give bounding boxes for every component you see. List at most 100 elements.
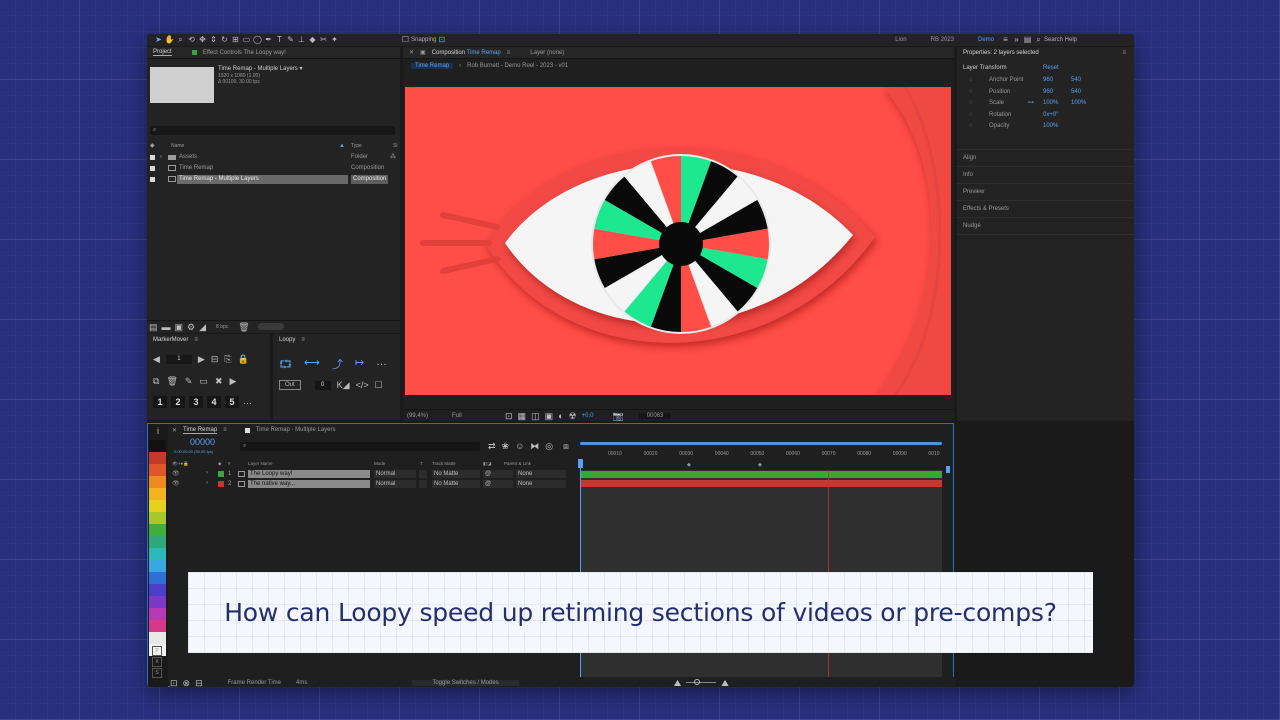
marker-play-icon[interactable]: ▶: [229, 376, 236, 386]
motion-blur-icon[interactable]: ◎: [545, 441, 553, 451]
composition-tab[interactable]: Composition Time Remap: [432, 50, 501, 56]
pan-behind-tool-icon[interactable]: ⊞: [230, 35, 241, 45]
layer-name[interactable]: The Loopy way!: [248, 470, 370, 478]
zoom-dropdown[interactable]: (99.4%): [407, 413, 447, 419]
snapshot-icon[interactable]: 📷: [612, 411, 623, 421]
label-color-swatch[interactable]: [149, 548, 166, 560]
bpc-icon[interactable]: ◢: [199, 322, 206, 332]
loopy-out-button[interactable]: Out: [279, 380, 301, 390]
search-icon[interactable]: ⌕: [1033, 35, 1044, 45]
effects-presets-panel[interactable]: Effects & Presets: [957, 201, 1134, 218]
zoom-out-icon[interactable]: ⛰: [674, 678, 682, 688]
new-folder-icon[interactable]: ▬: [162, 322, 171, 332]
toggle-switches-modes[interactable]: Toggle Switches / Modes: [412, 679, 519, 686]
more-workspaces-icon[interactable]: »: [1011, 35, 1022, 45]
visibility-icon[interactable]: 👁: [172, 470, 180, 477]
stopwatch-icon[interactable]: ◌: [969, 111, 973, 120]
markermover-title[interactable]: MarkerMover: [153, 337, 188, 343]
toggle-panes-icon[interactable]: ⊗: [183, 678, 191, 688]
loopy-title[interactable]: Loopy: [279, 337, 295, 343]
marker-more-icon[interactable]: …: [243, 396, 252, 408]
col-mode[interactable]: Mode: [374, 459, 385, 468]
property-value-2[interactable]: 540: [1071, 76, 1081, 85]
composition-canvas[interactable]: [405, 87, 951, 395]
flow-breadcrumb[interactable]: Rob Burnett - Demo Reel - 2023 - v01: [467, 63, 568, 69]
project-row-time-remap-multiple[interactable]: Time Remap - Multiple Layers Composition: [147, 175, 400, 184]
frame-blending-icon[interactable]: ⧓: [530, 441, 539, 451]
label-color-swatch[interactable]: [149, 620, 166, 632]
rotate-tool-icon[interactable]: ↻: [219, 35, 230, 45]
timeline-search-input[interactable]: ⌕: [240, 442, 480, 451]
tab-effect-controls[interactable]: Effect Controls The Loopy way!: [203, 50, 286, 56]
layer-tab[interactable]: Layer (none): [530, 50, 564, 56]
nudge-panel[interactable]: Nudge: [957, 218, 1134, 235]
panel-menu-icon[interactable]: ≡: [194, 337, 198, 343]
marker-slot-4[interactable]: 4: [207, 396, 221, 408]
property-value-1[interactable]: 960: [1043, 76, 1053, 85]
draft-3d-icon[interactable]: ❀: [502, 441, 510, 451]
eraser-tool-icon[interactable]: ◆: [307, 35, 318, 45]
shy-layers-icon[interactable]: ☺: [515, 441, 524, 451]
layer-mode-dropdown[interactable]: Normal: [374, 479, 416, 488]
hand-tool-icon[interactable]: ✋: [164, 35, 175, 45]
swatch-letter[interactable]: P: [152, 646, 162, 656]
align-panel[interactable]: Align: [957, 150, 1134, 167]
loopy-expression-icon[interactable]: </>: [356, 380, 369, 390]
loop-offset-icon[interactable]: ⤴: [332, 356, 343, 375]
marker-lock-icon[interactable]: 🔒: [238, 354, 249, 364]
layer-mode-dropdown[interactable]: Normal: [374, 470, 416, 478]
close-tab-icon[interactable]: ✕: [172, 427, 177, 434]
label-color-swatch[interactable]: [149, 572, 166, 584]
row-checkbox[interactable]: [150, 177, 155, 182]
project-row-assets[interactable]: › Assets Folder ⁂: [147, 153, 400, 162]
property-value-1[interactable]: 960: [1043, 88, 1053, 97]
brush-tool-icon[interactable]: ✎: [285, 35, 296, 45]
snap-options-icon[interactable]: ⊡: [436, 35, 447, 45]
label-color-swatch[interactable]: [149, 488, 166, 500]
property-value-2[interactable]: 100%: [1071, 99, 1086, 108]
layer-row[interactable]: 👁 › 2 The native way... Normal No Matte …: [170, 479, 579, 489]
marker-next-icon[interactable]: ▶: [198, 354, 205, 364]
layer-label-color[interactable]: [218, 471, 224, 477]
puppet-tool-icon[interactable]: ✦: [329, 35, 340, 45]
project-settings-icon[interactable]: ⚙: [187, 322, 195, 332]
col-name[interactable]: Name: [171, 142, 184, 151]
marker-icon[interactable]: ◆: [758, 462, 762, 468]
row-checkbox[interactable]: [150, 166, 155, 171]
exposure-icon[interactable]: ☢: [569, 411, 577, 421]
label-color-swatch[interactable]: [149, 464, 166, 476]
preserve-transparency-toggle[interactable]: [419, 470, 427, 478]
col-size[interactable]: Si: [393, 142, 397, 151]
panel-menu-icon[interactable]: ≡: [507, 50, 511, 56]
workspace-menu-icon[interactable]: ≡: [1000, 35, 1011, 45]
project-scroll-handle[interactable]: [257, 323, 284, 330]
marker-delete-icon[interactable]: 🗑: [166, 376, 177, 386]
properties-title[interactable]: Properties: 2 layers selected: [963, 50, 1039, 56]
workspace-lion[interactable]: Lion: [895, 37, 906, 43]
label-color-swatch[interactable]: [149, 584, 166, 596]
project-search-input[interactable]: ⌕: [150, 126, 395, 135]
marker-copy-icon[interactable]: ⧉: [153, 376, 159, 386]
workspace-demo[interactable]: Demo: [978, 37, 994, 43]
render-time-icon[interactable]: ⊡: [170, 678, 178, 688]
marker-value-field[interactable]: 1: [165, 354, 192, 364]
loopy-value-field[interactable]: 0: [314, 380, 331, 390]
loopy-box-icon[interactable]: ☐: [375, 380, 383, 390]
marker-slot-5[interactable]: 5: [225, 396, 239, 408]
layer-expand-icon[interactable]: ›: [206, 480, 208, 486]
channel-icon[interactable]: ▣: [545, 411, 554, 421]
roto-brush-tool-icon[interactable]: ✂: [318, 35, 329, 45]
layer-label-color[interactable]: [218, 480, 224, 487]
loopy-more-icon[interactable]: …: [376, 356, 387, 375]
stopwatch-icon[interactable]: ◌: [969, 99, 973, 108]
label-color-swatch[interactable]: [149, 500, 166, 512]
layer-1-bar[interactable]: [580, 471, 942, 478]
expand-arrow-icon[interactable]: ›: [160, 153, 162, 162]
info-icon[interactable]: i: [148, 426, 168, 436]
label-color-swatch[interactable]: [149, 560, 166, 572]
loop-continue-icon[interactable]: ↦: [355, 356, 364, 375]
preserve-transparency-toggle[interactable]: [419, 479, 427, 488]
timeline-tab[interactable]: Time Remap: [183, 427, 218, 434]
label-color-swatch[interactable]: [149, 440, 166, 452]
clone-stamp-tool-icon[interactable]: ⊥: [296, 35, 307, 45]
